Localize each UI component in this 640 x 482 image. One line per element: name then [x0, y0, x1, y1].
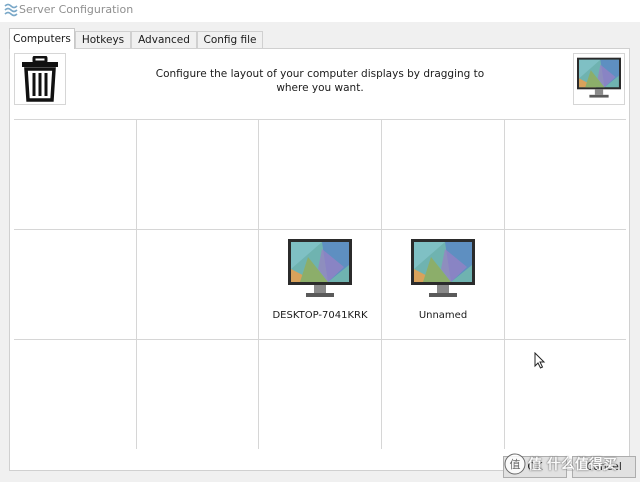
mouse-cursor-icon: [534, 352, 546, 369]
monitor-icon: [411, 239, 475, 297]
watermark-text: 值 什么值得买: [528, 457, 617, 473]
monitor-icon: [577, 57, 621, 98]
screen-layout-grid[interactable]: DESKTOP-7041KRK Unnamed: [14, 119, 626, 449]
tab-computers[interactable]: Computers: [9, 28, 75, 49]
screen-desktop-7041krk[interactable]: DESKTOP-7041KRK: [259, 231, 381, 331]
screen-unnamed[interactable]: Unnamed: [382, 231, 504, 331]
svg-text:值: 值: [510, 458, 521, 471]
dialog-body: Computers Hotkeys Advanced Config file C…: [0, 22, 640, 482]
monitor-icon: [288, 239, 352, 297]
window-title: Server Configuration: [19, 3, 134, 16]
tab-hotkeys[interactable]: Hotkeys: [75, 31, 131, 48]
tab-advanced[interactable]: Advanced: [131, 31, 197, 48]
new-screen-source[interactable]: [573, 53, 625, 105]
layout-instructions: Configure the layout of your computer di…: [155, 68, 485, 94]
trash-icon: [22, 56, 58, 102]
synergy-waves-icon: [4, 3, 18, 17]
grid-line: [504, 120, 505, 449]
watermark-logo-icon: 值: [504, 453, 526, 475]
computers-panel: Configure the layout of your computer di…: [9, 48, 630, 471]
grid-line: [14, 339, 626, 340]
title-bar[interactable]: Server Configuration: [0, 0, 640, 22]
screen-name-label: DESKTOP-7041KRK: [272, 310, 368, 321]
screen-name-label: Unnamed: [418, 310, 468, 321]
watermark: 值 值 什么值得买: [504, 450, 638, 480]
grid-line: [14, 229, 626, 230]
grid-line: [136, 120, 137, 449]
trash-drop-zone[interactable]: [14, 53, 66, 105]
tab-config-file[interactable]: Config file: [197, 31, 263, 48]
